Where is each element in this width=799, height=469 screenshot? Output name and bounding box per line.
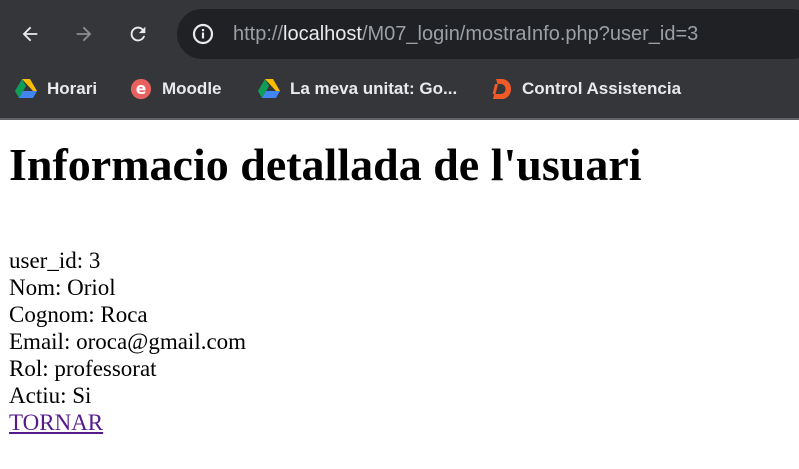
back-button[interactable] xyxy=(10,14,50,54)
field-value: oroca@gmail.com xyxy=(76,329,247,354)
field-user-id: user_id: 3 xyxy=(9,248,101,273)
svg-text:e: e xyxy=(136,80,147,98)
field-label: Cognom xyxy=(9,302,89,327)
bookmark-la-meva-unitat[interactable]: La meva unitat: Go... xyxy=(258,75,457,103)
google-drive-icon xyxy=(15,78,37,100)
info-circle-icon xyxy=(192,23,214,45)
arrow-left-icon xyxy=(22,26,38,42)
page-content: Informacio detallada de l'usuari user_id… xyxy=(0,120,799,469)
url-scheme: http:// xyxy=(233,23,284,45)
field-label: Actiu xyxy=(9,383,61,408)
moodle-icon: e xyxy=(130,78,152,100)
field-value: Roca xyxy=(100,302,148,327)
field-value: Oriol xyxy=(67,275,116,300)
bookmark-label: Horari xyxy=(47,79,98,98)
bookmark-label: Moodle xyxy=(162,79,222,98)
site-info-button[interactable] xyxy=(188,19,218,49)
user-info: user_id: 3 Nom: Oriol Cognom: Roca Email… xyxy=(9,247,246,436)
field-value: professorat xyxy=(54,356,157,381)
back-link[interactable]: TORNAR xyxy=(9,410,103,435)
browser-chrome: http://localhost/M07_login/mostraInfo.ph… xyxy=(0,0,799,120)
bookmarks-bar: Horari e Moodle La meva unitat: Go... Co… xyxy=(0,68,799,110)
d-logo-icon xyxy=(490,78,512,100)
field-value: Si xyxy=(72,383,92,408)
reload-icon xyxy=(130,26,146,42)
bookmark-moodle[interactable]: e Moodle xyxy=(130,75,222,103)
bookmark-label: La meva unitat: Go... xyxy=(290,79,458,98)
field-email: Email: oroca@gmail.com xyxy=(9,329,247,354)
field-nom: Nom: Oriol xyxy=(9,275,116,300)
arrow-right-icon xyxy=(76,26,92,42)
google-drive-icon xyxy=(258,78,280,100)
bookmark-label: Control Assistencia xyxy=(522,79,682,98)
field-label: user_id xyxy=(9,248,77,273)
page-title: Informacio detallada de l'usuari xyxy=(9,139,642,190)
url-text[interactable]: http://localhost/M07_login/mostraInfo.ph… xyxy=(233,21,698,47)
bookmark-control-assistencia[interactable]: Control Assistencia xyxy=(490,75,681,103)
url-path: /M07_login/mostraInfo.php?user_id=3 xyxy=(361,23,699,45)
field-label: Email xyxy=(9,329,64,354)
browser-toolbar: http://localhost/M07_login/mostraInfo.ph… xyxy=(0,0,799,68)
forward-button[interactable] xyxy=(64,14,104,54)
field-rol: Rol: professorat xyxy=(9,356,157,381)
reload-button[interactable] xyxy=(118,14,158,54)
field-value: 3 xyxy=(88,248,101,273)
field-actiu: Actiu: Si xyxy=(9,383,92,408)
bookmark-horari[interactable]: Horari xyxy=(15,75,97,103)
field-label: Nom xyxy=(9,275,55,300)
url-host: localhost xyxy=(283,23,362,45)
field-label: Rol xyxy=(9,356,43,381)
field-cognom: Cognom: Roca xyxy=(9,302,148,327)
address-bar[interactable]: http://localhost/M07_login/mostraInfo.ph… xyxy=(177,9,799,59)
